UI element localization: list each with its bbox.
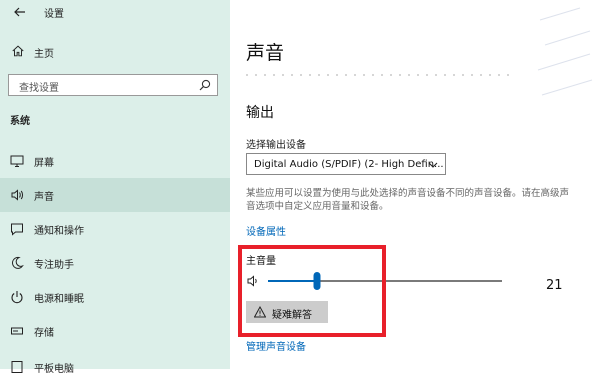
- monitor-icon: [10, 155, 24, 167]
- sidebar-item-notifications[interactable]: 通知和操作: [0, 212, 230, 246]
- page-title: 声音: [246, 42, 285, 64]
- sidebar-item-display[interactable]: 屏幕: [0, 144, 230, 178]
- speaker-icon: [11, 189, 24, 201]
- sidebar-item-tablet[interactable]: 平板电脑: [0, 350, 230, 384]
- home-icon: [12, 45, 24, 57]
- section-title: 系统: [10, 116, 30, 127]
- home-label: 主页: [34, 49, 54, 60]
- sidebar-item-focus-assist[interactable]: 专注助手: [0, 246, 230, 280]
- sidebar-item-label: 声音: [34, 192, 54, 203]
- output-device-value: Digital Audio (S/PDIF) (2- High Defin...: [254, 159, 444, 170]
- divider: [246, 74, 516, 76]
- highlight-box: [238, 245, 386, 337]
- sidebar-item-storage[interactable]: 存储: [0, 314, 230, 348]
- device-properties-link[interactable]: 设备属性: [246, 223, 286, 238]
- home-link[interactable]: 主页: [0, 40, 230, 64]
- sidebar-item-label: 平板电脑: [34, 364, 74, 375]
- sidebar-item-label: 电源和睡眠: [34, 294, 84, 305]
- title-bar: 设置: [0, 0, 230, 24]
- power-icon: [11, 291, 23, 304]
- search-icon[interactable]: [199, 79, 211, 91]
- volume-value: 21: [546, 278, 563, 293]
- back-arrow-icon[interactable]: [12, 4, 28, 20]
- output-device-dropdown[interactable]: Digital Audio (S/PDIF) (2- High Defin...: [246, 153, 446, 175]
- watermark-graphic: [537, 7, 593, 96]
- sidebar-item-label: 通知和操作: [34, 226, 84, 237]
- output-section-title: 输出: [246, 105, 274, 121]
- search-placeholder: 查找设置: [19, 83, 59, 94]
- output-device-label: 选择输出设备: [246, 140, 306, 151]
- storage-icon: [11, 327, 23, 335]
- chevron-down-icon: [428, 162, 438, 168]
- sidebar-item-power-sleep[interactable]: 电源和睡眠: [0, 280, 230, 314]
- search-input[interactable]: 查找设置: [8, 74, 218, 96]
- sidebar-item-sound[interactable]: 声音: [0, 178, 230, 212]
- tablet-icon: [11, 361, 23, 373]
- manage-sound-devices-link[interactable]: 管理声音设备: [246, 338, 306, 353]
- notification-icon: [11, 223, 23, 236]
- output-description: 某些应用可以设置为使用与此处选择的声音设备不同的声音设备。请在高级声音选项中自定…: [246, 188, 570, 212]
- sidebar: 设置 主页 查找设置 系统 屏幕 声音 通知和操作 专注助手 电源和睡眠 存储 …: [0, 0, 230, 375]
- sidebar-item-label: 屏幕: [34, 158, 54, 169]
- sidebar-item-label: 专注助手: [34, 260, 74, 271]
- moon-icon: [11, 256, 24, 269]
- sidebar-item-label: 存储: [34, 328, 54, 339]
- app-title: 设置: [44, 9, 64, 20]
